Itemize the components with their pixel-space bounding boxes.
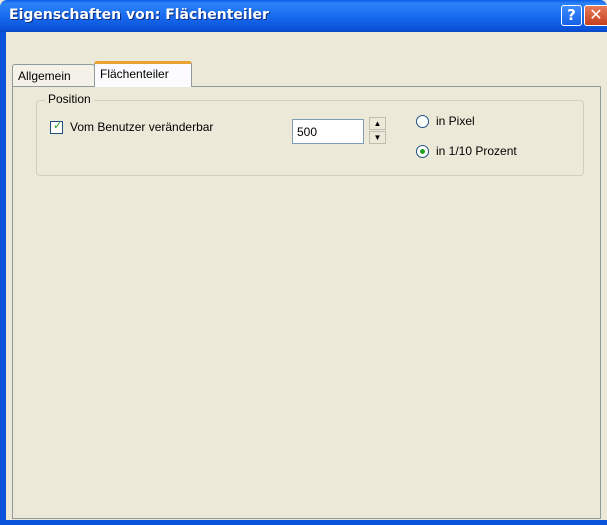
tab-allgemein[interactable]: Allgemein (12, 64, 95, 86)
title-bar[interactable]: Eigenschaften von: Flächenteiler ? ✕ (0, 0, 607, 32)
radio-in-prozent-label[interactable]: in 1/10 Prozent (436, 144, 517, 158)
radio-in-pixel[interactable] (416, 115, 429, 128)
close-icon: ✕ (589, 5, 603, 24)
user-changeable-checkbox[interactable]: ✓ (50, 120, 63, 134)
spin-up-button[interactable]: ▲ (369, 117, 386, 130)
radio-in-pixel-label[interactable]: in Pixel (436, 114, 475, 128)
tab-flaechenteiler[interactable]: Flächenteiler (94, 61, 192, 87)
question-mark-icon: ? (567, 6, 576, 24)
window-frame-bottom (0, 520, 607, 525)
arrow-up-icon: ▲ (373, 119, 382, 128)
tab-label: Flächenteiler (100, 67, 169, 81)
window-frame-left (0, 32, 6, 525)
close-button[interactable]: ✕ (584, 5, 607, 26)
checkmark-icon: ✓ (53, 120, 63, 132)
user-changeable-label[interactable]: Vom Benutzer veränderbar (70, 120, 213, 134)
position-value-input[interactable] (292, 119, 364, 144)
tab-label: Allgemein (18, 69, 71, 83)
help-button[interactable]: ? (561, 5, 582, 26)
radio-selected-dot-icon (420, 149, 425, 154)
spin-down-button[interactable]: ▼ (369, 131, 386, 144)
radio-in-prozent[interactable] (416, 145, 429, 158)
window-title: Eigenschaften von: Flächenteiler (9, 7, 269, 23)
position-group-label: Position (45, 92, 94, 106)
properties-dialog: Eigenschaften von: Flächenteiler ? ✕ All… (0, 0, 607, 525)
arrow-down-icon: ▼ (373, 133, 382, 142)
